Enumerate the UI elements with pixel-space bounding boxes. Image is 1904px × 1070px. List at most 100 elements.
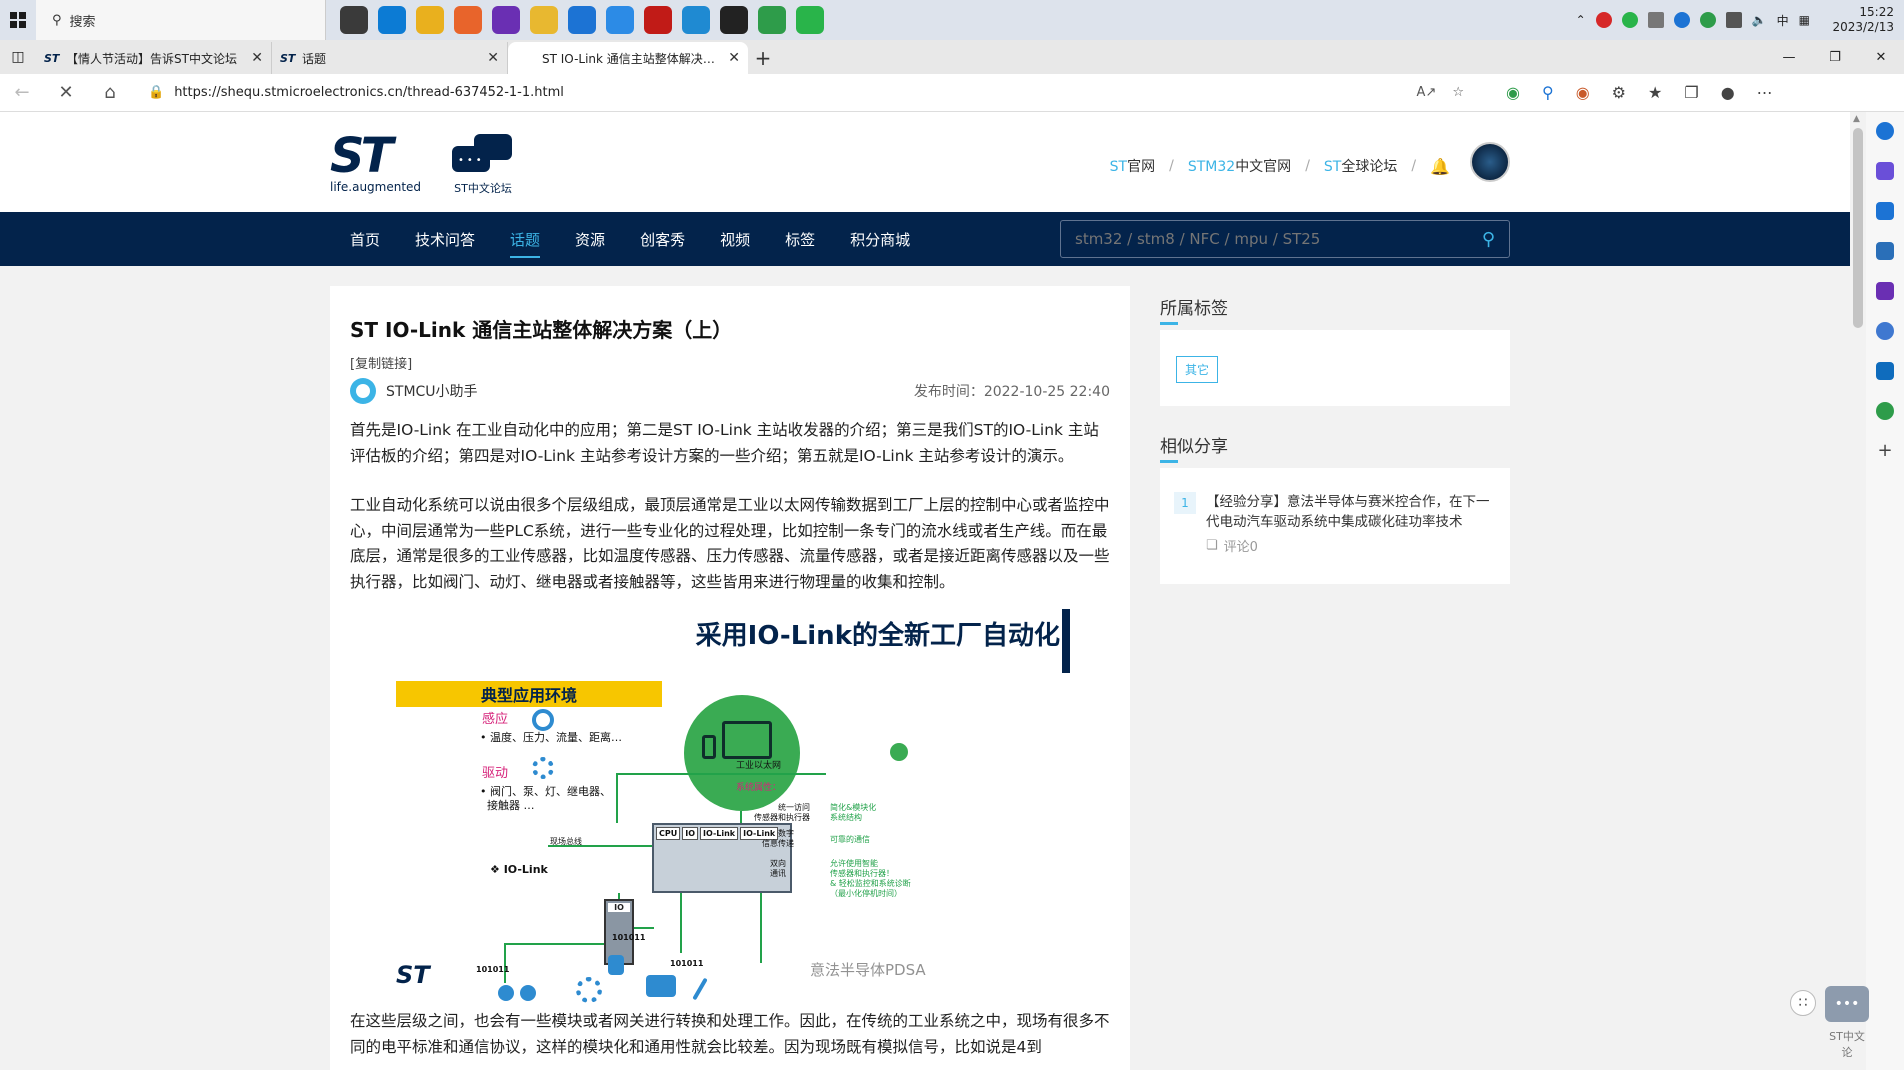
start-button[interactable] bbox=[0, 0, 36, 40]
similar-title[interactable]: 【经验分享】意法半导体与赛米控合作，在下一代电动汽车驱动系统中集成碳化硅功率技术 bbox=[1206, 492, 1496, 532]
tray-green-icon[interactable] bbox=[1699, 12, 1716, 28]
browser-tab[interactable]: ST 【情人节活动】告诉ST中文论坛 ✕ bbox=[36, 42, 272, 74]
files-icon[interactable] bbox=[530, 6, 558, 34]
close-window-icon[interactable]: ✕ bbox=[1858, 40, 1904, 74]
tab-actions-icon[interactable]: ◫ bbox=[0, 40, 36, 74]
taskbar-search[interactable]: ⚲ 搜索 bbox=[36, 0, 326, 40]
window-controls: — ❐ ✕ bbox=[1766, 40, 1904, 74]
wechat-tray-icon[interactable] bbox=[1621, 12, 1638, 28]
browser-tab-active[interactable]: ST IO-Link 通信主站整体解决方案 ✕ bbox=[508, 42, 748, 74]
app-green-icon[interactable] bbox=[758, 6, 786, 34]
new-tab-button[interactable]: + bbox=[748, 42, 778, 74]
close-tab-icon[interactable]: ✕ bbox=[728, 50, 740, 66]
search-icon[interactable] bbox=[1876, 122, 1894, 140]
scroll-up-icon[interactable]: ▲ bbox=[1853, 114, 1860, 124]
forum-logo[interactable]: ••• ST中文论坛 bbox=[452, 134, 514, 196]
copy-link[interactable]: [复制链接] bbox=[350, 353, 1110, 372]
figure-ethernet: 工业以太网 bbox=[736, 761, 782, 771]
site-search-input[interactable] bbox=[1075, 230, 1482, 248]
browser-tab[interactable]: ST 话题 ✕ bbox=[272, 42, 508, 74]
tag-chip[interactable]: 其它 bbox=[1176, 356, 1219, 383]
chevron-up-icon[interactable]: ⌃ bbox=[1576, 13, 1586, 27]
network-icon[interactable] bbox=[1725, 12, 1742, 28]
wechat-icon[interactable] bbox=[796, 6, 824, 34]
tray-window-icon[interactable] bbox=[1647, 12, 1664, 28]
nav-qa[interactable]: 技术问答 bbox=[415, 212, 475, 266]
plc-cell: IO bbox=[682, 827, 699, 840]
tree-icon[interactable] bbox=[1876, 402, 1894, 420]
sensor-icon bbox=[498, 985, 514, 1001]
copilot-icon[interactable] bbox=[1876, 162, 1894, 180]
volume-icon[interactable]: 🔈 bbox=[1752, 13, 1767, 27]
podcast-icon[interactable] bbox=[492, 6, 520, 34]
nav-topics[interactable]: 话题 bbox=[510, 212, 541, 266]
bell-icon[interactable]: 🔔 bbox=[1430, 157, 1450, 176]
nav-home[interactable]: 首页 bbox=[350, 212, 380, 266]
chat-float-label: ST中文论 bbox=[1829, 1030, 1865, 1059]
office-icon[interactable] bbox=[1876, 322, 1894, 340]
keyboard-icon[interactable]: ▦ bbox=[1799, 13, 1810, 27]
home-button[interactable]: ⌂ bbox=[88, 74, 132, 112]
extension-search-icon[interactable]: ⚲ bbox=[1542, 83, 1554, 102]
close-tab-icon[interactable]: ✕ bbox=[251, 50, 263, 66]
article-figure[interactable]: 采用IO-Link的全新工厂自动化 典型应用环境 感应 • 温度、压力、流量、距… bbox=[350, 609, 1110, 1009]
tray-app-icon[interactable] bbox=[1595, 12, 1612, 28]
app-blue-icon[interactable] bbox=[606, 6, 634, 34]
url-field[interactable]: 🔒 https://shequ.stmicroelectronics.cn/th… bbox=[136, 77, 1476, 108]
tray-blue-icon[interactable] bbox=[1673, 12, 1690, 28]
scrollbar-thumb[interactable] bbox=[1853, 128, 1863, 328]
restore-icon[interactable]: ❐ bbox=[1812, 40, 1858, 74]
toolbox-icon[interactable] bbox=[1876, 242, 1894, 260]
acrobat-icon[interactable] bbox=[644, 6, 672, 34]
header-link-st-official[interactable]: ST官网 bbox=[1110, 156, 1155, 176]
figure-bits: 101011 bbox=[476, 965, 510, 974]
clock[interactable]: 15:22 2023/2/13 bbox=[1820, 5, 1894, 35]
forum-chat-float[interactable]: ••• ST中文论 bbox=[1824, 986, 1870, 1070]
conveyor-icon bbox=[646, 975, 676, 997]
windows-taskbar: ⚲ 搜索 ⌃ 🔈 中 ▦ 15:22 2023/2/13 bbox=[0, 0, 1904, 40]
extension-cookie-icon[interactable]: ◉ bbox=[1576, 83, 1590, 102]
favorites-icon[interactable]: ★ bbox=[1648, 83, 1662, 102]
nav-tags[interactable]: 标签 bbox=[785, 212, 815, 266]
edge-icon[interactable] bbox=[378, 6, 406, 34]
apps-grid-icon[interactable]: ∷ bbox=[1790, 990, 1816, 1016]
shopping-tag-icon[interactable] bbox=[1876, 202, 1894, 220]
minimize-icon[interactable]: — bbox=[1766, 40, 1812, 74]
search-icon[interactable]: ⚲ bbox=[1482, 229, 1495, 250]
header-link-st-global-forum[interactable]: ST全球论坛 bbox=[1324, 156, 1397, 176]
user-avatar[interactable] bbox=[1470, 142, 1510, 182]
vscode-icon[interactable] bbox=[682, 6, 710, 34]
games-icon[interactable] bbox=[1876, 282, 1894, 300]
app-dark-icon[interactable] bbox=[720, 6, 748, 34]
author-name[interactable]: STMCU小助手 bbox=[386, 381, 478, 401]
more-menu-icon[interactable]: ⋯ bbox=[1757, 83, 1773, 102]
page-scrollbar[interactable]: ▲ bbox=[1850, 112, 1866, 1070]
firefox-icon[interactable] bbox=[454, 6, 482, 34]
nav-video[interactable]: 视频 bbox=[720, 212, 750, 266]
list-item[interactable]: 1 【经验分享】意法半导体与赛米控合作，在下一代电动汽车驱动系统中集成碳化硅功率… bbox=[1160, 468, 1510, 555]
address-bar-row: ← ✕ ⌂ 🔒 https://shequ.stmicroelectronics… bbox=[0, 74, 1904, 112]
header-link-stm32-cn[interactable]: STM32中文官网 bbox=[1188, 156, 1291, 176]
figure-banner: 典型应用环境 bbox=[396, 681, 662, 707]
back-button[interactable]: ← bbox=[0, 74, 44, 112]
nav-resources[interactable]: 资源 bbox=[575, 212, 605, 266]
add-favorite-icon[interactable]: ☆ bbox=[1452, 85, 1464, 100]
read-aloud-icon[interactable]: A↗ bbox=[1417, 85, 1437, 100]
stop-loading-button[interactable]: ✕ bbox=[44, 74, 88, 112]
st-logo[interactable]: ST life.augmented bbox=[330, 132, 421, 194]
extensions-icon[interactable]: ⚙ bbox=[1612, 83, 1626, 102]
ime-indicator[interactable]: 中 bbox=[1777, 12, 1789, 29]
author-avatar[interactable] bbox=[350, 378, 376, 404]
extension-globe-icon[interactable]: ◉ bbox=[1506, 83, 1520, 102]
profile-avatar-icon[interactable]: ● bbox=[1721, 83, 1735, 102]
mail-icon[interactable] bbox=[568, 6, 596, 34]
add-icon[interactable]: + bbox=[1876, 442, 1894, 460]
task-view-icon[interactable] bbox=[340, 6, 368, 34]
collections-icon[interactable]: ❐ bbox=[1684, 83, 1698, 102]
nav-points-mall[interactable]: 积分商城 bbox=[850, 212, 910, 266]
outlook-icon[interactable] bbox=[1876, 362, 1894, 380]
article-paragraph: 在这些层级之间，也会有一些模块或者网关进行转换和处理工作。因此，在传统的工业系统… bbox=[350, 1012, 1110, 1056]
chrome-icon[interactable] bbox=[416, 6, 444, 34]
nav-maker[interactable]: 创客秀 bbox=[640, 212, 685, 266]
close-tab-icon[interactable]: ✕ bbox=[487, 50, 499, 66]
